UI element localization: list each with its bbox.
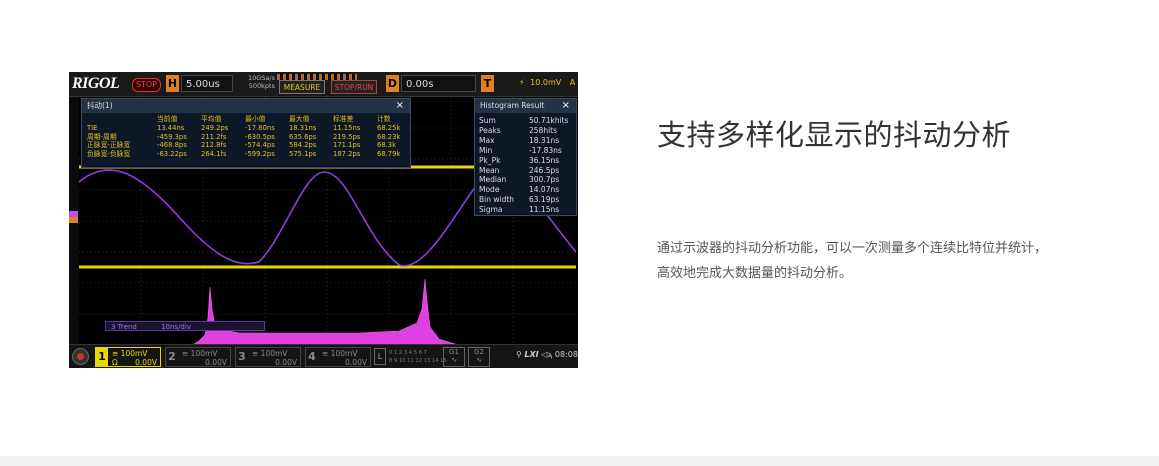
memory-depth: 500kpts bbox=[248, 82, 275, 90]
list-item: Mean 246.5ps bbox=[479, 165, 560, 175]
list-item: Max 18.31ns bbox=[479, 135, 560, 145]
stop-run-button[interactable]: STOP/RUN bbox=[331, 80, 377, 94]
scope-top-bar: RIGOL STOP H 5.00us 10GSa/s 500kpts MEAS… bbox=[69, 72, 578, 97]
channel-4-offset: 0.00V bbox=[345, 358, 367, 367]
table-row: 正脉宽-正脉宽 -468.8ps 212.8fs -574.4ps 584.2ps 1… bbox=[87, 141, 397, 150]
list-item: Peaks 258hits bbox=[479, 125, 558, 135]
delay-key[interactable]: D bbox=[386, 75, 399, 92]
channel-3-button[interactable]: 3 ≡ 100mV 0.00V bbox=[235, 347, 301, 367]
jitter-col-min: 最小值 bbox=[245, 115, 266, 123]
channel-2-button[interactable]: 2 ≡ 100mV 0.00V bbox=[165, 347, 231, 367]
channel-2-scale: ≡ 100mV bbox=[182, 349, 218, 358]
trigger-source: A bbox=[569, 78, 576, 87]
logic-channels: 0 1 2 3 4 5 6 7 8 9 10 11 12 13 14 15 bbox=[389, 350, 447, 364]
page-footer-band bbox=[0, 456, 1159, 466]
list-item: Median 300.7ps bbox=[479, 175, 560, 185]
trigger-level: 10.0mV bbox=[530, 78, 562, 87]
channel-2-offset: 0.00V bbox=[205, 358, 227, 367]
channel-1-button[interactable]: 1 ≡ 100mV Ω 0.00V bbox=[95, 347, 161, 367]
feature-title: 支持多样化显示的抖动分析 bbox=[657, 118, 1012, 152]
rigol-logo: RIGOL bbox=[72, 75, 120, 92]
trigger-key[interactable]: T bbox=[481, 75, 494, 92]
jitter-col-name bbox=[87, 115, 157, 124]
histogram-result-panel[interactable]: Histogram Result × Sum 50.71khits Peaks 25… bbox=[474, 98, 577, 216]
jitter-col-stddev: 标准差 bbox=[333, 115, 354, 123]
trigger-edge-icon: ⚡ bbox=[519, 78, 525, 87]
list-item: Sigma 11.15ns bbox=[479, 205, 560, 215]
channel-marker-strip bbox=[69, 97, 79, 347]
table-row: TIE 13.44ns 249.2ps -17.80ns 18.31ns 11.15n… bbox=[87, 123, 401, 132]
list-item: Min -17.83ns bbox=[479, 145, 562, 155]
histogram-stats: Sum 50.71khits Peaks 258hits Max 18.31ns Mi… bbox=[479, 116, 569, 215]
speaker-icon[interactable]: ◁ϡ bbox=[541, 350, 552, 359]
timebase-value[interactable]: 5.00us bbox=[181, 75, 233, 92]
list-item: Sum 50.71khits bbox=[479, 116, 569, 125]
channel-3-scale: ≡ 100mV bbox=[252, 349, 288, 358]
sine-wave-icon: ∿ bbox=[476, 356, 482, 364]
list-item: Bin width 63.19ps bbox=[479, 195, 560, 205]
histogram-panel-title: Histogram Result bbox=[480, 101, 545, 110]
channel-4-scale: ≡ 100mV bbox=[322, 349, 358, 358]
histogram-panel-close-icon[interactable]: × bbox=[562, 99, 570, 113]
sample-rate: 10GSa/s bbox=[248, 74, 275, 82]
list-item: Mode 14.07ns bbox=[479, 185, 560, 195]
jitter-panel-header: 抖动(1) × bbox=[82, 99, 410, 113]
delay-value[interactable]: 0.00s bbox=[401, 75, 476, 92]
scope-bottom-bar: 1 ≡ 100mV Ω 0.00V 2 ≡ 100mV 0.00V 3 ≡ 10… bbox=[69, 344, 578, 368]
trigger-info[interactable]: ⚡ 10.0mV A bbox=[519, 78, 575, 87]
feature-description: 通过示波器的抖动分析功能，可以一次测量多个连续比特位并统计，高效地完成大数据量的… bbox=[657, 241, 1048, 281]
clock-time: 08:08 bbox=[554, 350, 578, 359]
jitter-col-max: 最大值 bbox=[289, 115, 310, 123]
list-item: Pk_Pk 36.15ns bbox=[479, 155, 560, 165]
channel-4-button[interactable]: 4 ≡ 100mV 0.00V bbox=[305, 347, 371, 367]
channel-1-scale: ≡ 100mV bbox=[112, 349, 148, 358]
jitter-col-current: 当前值 bbox=[157, 115, 178, 123]
channel-3-offset: 0.00V bbox=[275, 358, 297, 367]
trend-scale: 10ns/div bbox=[161, 323, 191, 331]
jitter-table-header: 当前值 平均值 最小值 最大值 标准差 计数 bbox=[87, 115, 404, 124]
jitter-col-average: 平均值 bbox=[201, 115, 222, 123]
jitter-panel[interactable]: 抖动(1) × 当前值 平均值 最小值 最大值 标准差 计数 TIE 13.44n… bbox=[81, 98, 411, 168]
channel-1-coupling: Ω bbox=[112, 358, 118, 367]
jitter-panel-close-icon[interactable]: × bbox=[396, 99, 404, 113]
jitter-col-count: 计数 bbox=[377, 115, 391, 123]
status-area: ⚲ LXI ◁ϡ 08:08 bbox=[516, 350, 578, 359]
table-row: 负脉宽-负脉宽 -63.22ps 264.1fs -599.2ps 575.1ps 1… bbox=[87, 150, 401, 159]
generator-1-button[interactable]: G1 ∿ bbox=[443, 347, 465, 367]
home-icon[interactable] bbox=[72, 348, 89, 365]
table-row: 周期-周期 -459.3ps 211.2fs -630.5ps 635.6ps 219… bbox=[87, 132, 401, 141]
sine-wave-icon: ∿ bbox=[451, 356, 457, 364]
horizontal-key[interactable]: H bbox=[166, 75, 179, 92]
oscilloscope-screenshot: RIGOL STOP H 5.00us 10GSa/s 500kpts MEAS… bbox=[69, 72, 578, 368]
jitter-panel-title: 抖动(1) bbox=[87, 101, 113, 110]
lxi-icon: LXI bbox=[524, 350, 539, 359]
trend-label: 3 Trend bbox=[111, 323, 137, 331]
jitter-table: 当前值 平均值 最小值 最大值 标准差 计数 TIE 13.44ns 249.2p… bbox=[87, 115, 404, 159]
trend-label-bar[interactable]: 3 Trend 10ns/div bbox=[105, 321, 265, 331]
usb-icon: ⚲ bbox=[516, 350, 522, 359]
histogram-panel-header: Histogram Result × bbox=[475, 99, 576, 113]
ch1-offset-marker[interactable] bbox=[69, 217, 78, 223]
channel-1-offset: 0.00V bbox=[135, 358, 157, 367]
measure-button[interactable]: MEASURE bbox=[279, 80, 325, 94]
run-state-badge[interactable]: STOP bbox=[132, 78, 161, 92]
logic-analyzer-button[interactable]: L bbox=[374, 348, 386, 365]
generator-2-button[interactable]: G2 ∿ bbox=[468, 347, 490, 367]
